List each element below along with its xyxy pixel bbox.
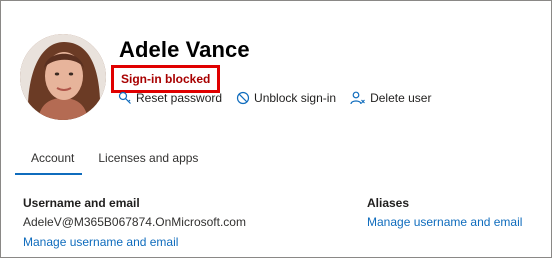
reset-password-label: Reset password [136,91,223,105]
reset-password-button[interactable]: Reset password [118,91,222,105]
block-icon [236,91,250,105]
user-actions-toolbar: Reset password Unblock sign-in Delete us… [118,91,431,105]
manage-aliases-link[interactable]: Manage username and email [367,215,522,229]
delete-user-button[interactable]: Delete user [350,91,431,105]
username-section-title: Username and email [23,196,140,210]
user-details-panel: Adele Vance Sign-in blocked Reset passwo… [0,0,552,258]
avatar [20,34,106,120]
tab-licenses-and-apps[interactable]: Licenses and apps [98,151,198,175]
delete-user-icon [350,91,365,105]
user-name: Adele Vance [119,37,250,62]
tab-bar: Account Licenses and apps [14,151,198,175]
username-value: AdeleV@M365B067874.OnMicrosoft.com [23,215,246,229]
user-photo-icon [20,34,106,120]
unblock-sign-in-label: Unblock sign-in [254,91,337,105]
unblock-sign-in-button[interactable]: Unblock sign-in [236,91,336,105]
aliases-section-title: Aliases [367,196,410,210]
manage-username-link[interactable]: Manage username and email [23,235,178,249]
delete-user-label: Delete user [370,91,432,105]
tab-account[interactable]: Account [14,151,83,175]
status-badge: Sign-in blocked [111,65,221,93]
key-icon [118,91,131,104]
